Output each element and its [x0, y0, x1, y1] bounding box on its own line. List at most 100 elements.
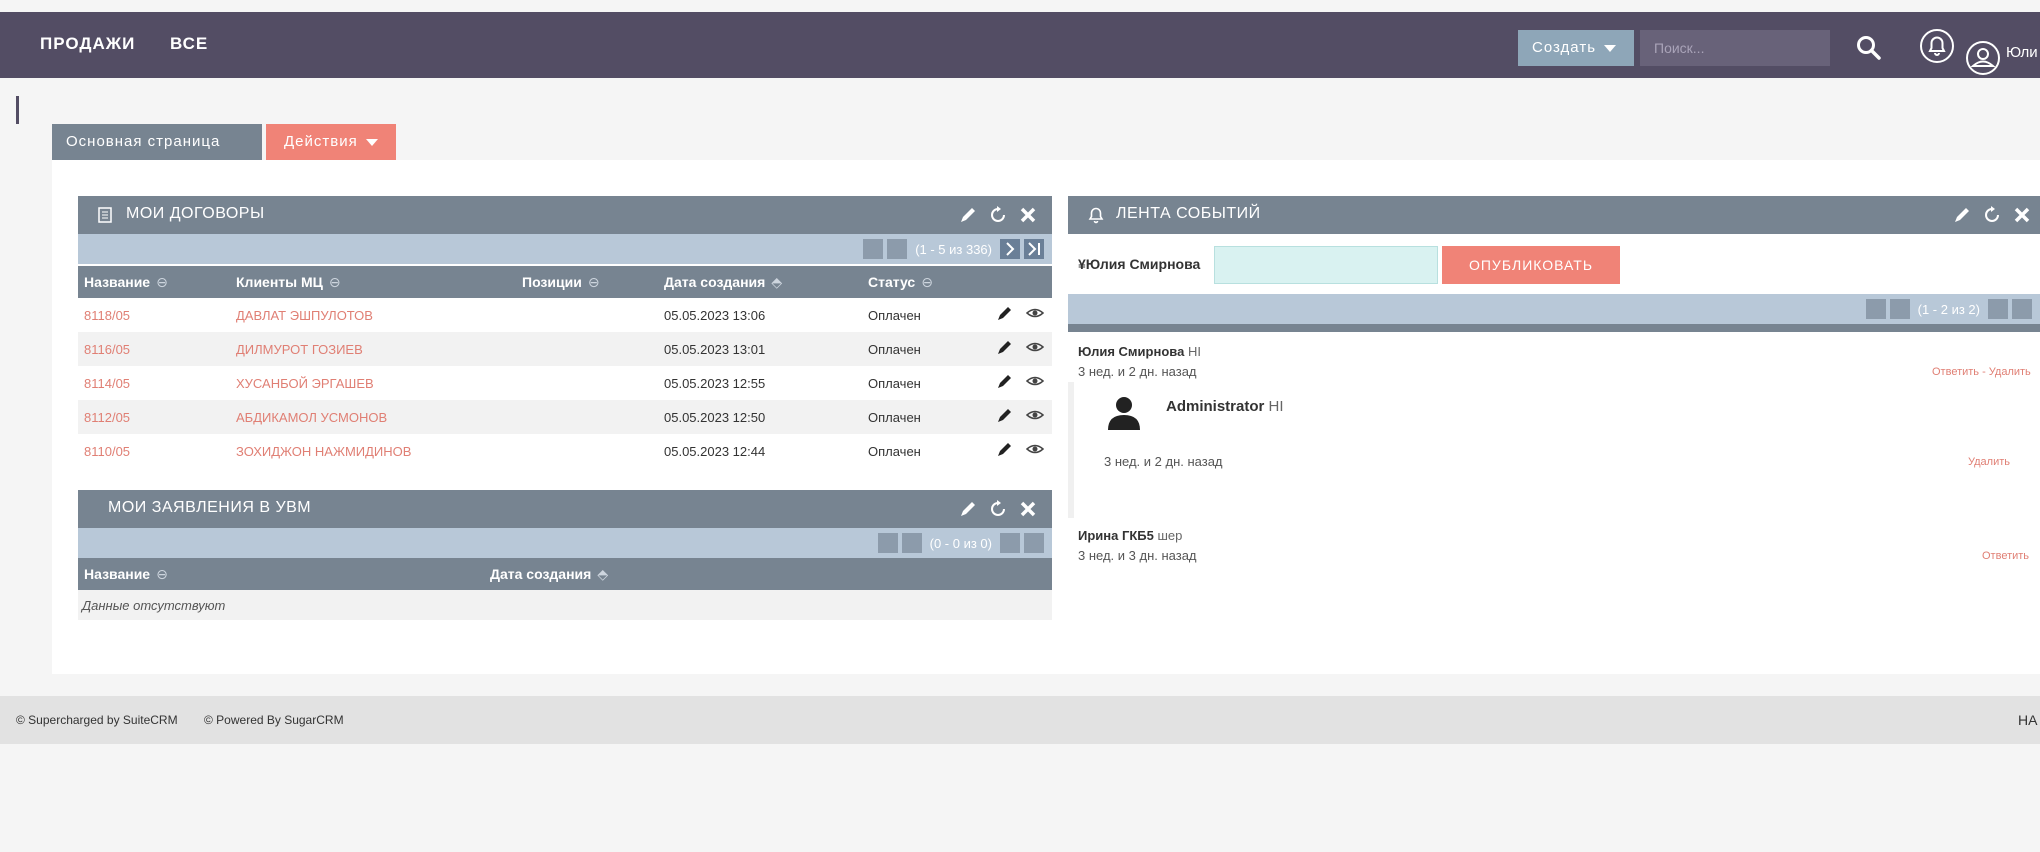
- prev-page-button[interactable]: [1889, 299, 1910, 319]
- caret-down-icon: [365, 138, 378, 146]
- reply-author[interactable]: Administrator: [1166, 398, 1264, 415]
- contracts-dashlet-header: МОИ ДОГОВОРЫ: [78, 196, 1052, 234]
- table-row: 8118/05 ДАВЛАТ ЭШПУЛОТОВ 05.05.2023 13:0…: [78, 298, 1052, 332]
- edit-icon[interactable]: [996, 440, 1014, 458]
- created-date: 05.05.2023 13:01: [664, 342, 766, 357]
- next-page-button[interactable]: [1000, 239, 1020, 259]
- close-icon[interactable]: [1018, 205, 1038, 225]
- contracts-dashlet-tools: [958, 205, 1038, 225]
- close-icon[interactable]: [2012, 205, 2032, 225]
- reply-link[interactable]: Ответить: [1982, 550, 2029, 562]
- tab-actions-label: Действия: [284, 133, 358, 150]
- prev-page-button[interactable]: [901, 533, 922, 553]
- view-icon[interactable]: [1026, 372, 1044, 390]
- row-actions: [996, 304, 1044, 322]
- left-marker: [16, 96, 19, 124]
- client-link[interactable]: ДИЛМУРОТ ГОЗИЕВ: [236, 342, 363, 357]
- feed-dashlet-header: ЛЕНТА СОБЫТИЙ: [1068, 196, 2040, 234]
- search-input[interactable]: [1640, 30, 1830, 66]
- nav-item-all[interactable]: ВСЕ: [170, 34, 208, 54]
- post-author[interactable]: Юлия Смирнова: [1078, 344, 1184, 359]
- col-name[interactable]: Название ⊖: [84, 566, 168, 583]
- contract-name-link[interactable]: 8110/05: [84, 444, 130, 459]
- last-page-button[interactable]: [1024, 533, 1044, 553]
- post-time: 3 нед. и 2 дн. назад: [1078, 364, 1197, 379]
- last-page-button[interactable]: [2012, 299, 2032, 319]
- created-date: 05.05.2023 12:44: [664, 444, 766, 459]
- view-icon[interactable]: [1026, 406, 1044, 424]
- first-page-button[interactable]: [877, 533, 898, 553]
- suitecrm-credit[interactable]: © Supercharged by SuiteCRM: [16, 713, 178, 727]
- first-page-button[interactable]: [1865, 299, 1886, 319]
- view-icon[interactable]: [1026, 338, 1044, 356]
- edit-icon[interactable]: [1952, 205, 1972, 225]
- publish-button[interactable]: ОПУБЛИКОВАТЬ: [1442, 246, 1620, 284]
- status: Оплачен: [868, 308, 921, 323]
- feed-pager-text: (1 - 2 из 2): [1917, 301, 1980, 317]
- edit-icon[interactable]: [958, 499, 978, 519]
- client-link[interactable]: АБДИКАМОЛ УСМОНОВ: [236, 410, 387, 425]
- user-name[interactable]: Юли: [2006, 44, 2038, 61]
- refresh-icon[interactable]: [988, 205, 1008, 225]
- feed-post-input[interactable]: [1214, 246, 1438, 284]
- footer-right-link[interactable]: НА: [2018, 712, 2037, 728]
- view-icon[interactable]: [1026, 440, 1044, 458]
- search-icon[interactable]: [1855, 34, 1883, 62]
- close-icon[interactable]: [1018, 499, 1038, 519]
- edit-icon[interactable]: [958, 205, 978, 225]
- feed-user-name: Юлия Смирнова: [1085, 256, 1201, 272]
- sort-icon: ⊖: [328, 274, 341, 290]
- edit-icon[interactable]: [996, 406, 1014, 424]
- tab-actions[interactable]: Действия: [266, 124, 396, 160]
- contract-name-link[interactable]: 8118/05: [84, 308, 130, 323]
- sort-icon: ⬘: [597, 566, 609, 582]
- edit-icon[interactable]: [996, 372, 1014, 390]
- post-author[interactable]: Ирина ГКБ5: [1078, 528, 1154, 543]
- applications-pager: (0 - 0 из 0): [877, 533, 1044, 553]
- user-icon[interactable]: [1963, 38, 2003, 78]
- edit-icon[interactable]: [996, 304, 1014, 322]
- prev-page-button[interactable]: [887, 239, 908, 259]
- col-created-date[interactable]: Дата создания ⬘: [664, 274, 782, 291]
- client-link[interactable]: ХУСАНБОЙ ЭРГАШЕВ: [236, 376, 374, 391]
- reply-delete-links[interactable]: Ответить - Удалить: [1932, 366, 2031, 378]
- client-link[interactable]: ДАВЛАТ ЭШПУЛОТОВ: [236, 308, 373, 323]
- col-positions[interactable]: Позиции ⊖: [522, 274, 600, 291]
- delete-link[interactable]: Удалить: [1968, 456, 2010, 468]
- refresh-icon[interactable]: [1982, 205, 2002, 225]
- applications-pager-text: (0 - 0 из 0): [929, 535, 992, 551]
- col-status[interactable]: Статус ⊖: [868, 274, 933, 291]
- sort-icon: ⊖: [156, 566, 168, 582]
- created-date: 05.05.2023 12:50: [664, 410, 766, 425]
- table-row: 8116/05 ДИЛМУРОТ ГОЗИЕВ 05.05.2023 13:01…: [78, 332, 1052, 366]
- contract-name-link[interactable]: 8114/05: [84, 376, 130, 391]
- next-page-button[interactable]: [1000, 533, 1020, 553]
- refresh-icon[interactable]: [988, 499, 1008, 519]
- sugarcrm-credit[interactable]: © Powered By SugarCRM: [204, 713, 344, 727]
- footer: © Supercharged by SuiteCRM © Powered By …: [0, 696, 2040, 744]
- table-row: 8110/05 ЗОХИДЖОН НАЖМИДИНОВ 05.05.2023 1…: [78, 434, 1052, 468]
- no-data-text: Данные отсутствуют: [82, 598, 226, 613]
- edit-icon[interactable]: [996, 338, 1014, 356]
- col-name[interactable]: Название ⊖: [84, 274, 168, 291]
- last-page-button[interactable]: [1024, 239, 1044, 259]
- tab-main-page[interactable]: Основная страница: [52, 124, 262, 160]
- contract-name-link[interactable]: 8116/05: [84, 342, 130, 357]
- sort-icon: ⊖: [587, 274, 600, 290]
- client-link[interactable]: ЗОХИДЖОН НАЖМИДИНОВ: [236, 444, 411, 459]
- reply-text: HI: [1268, 398, 1284, 415]
- col-created-date[interactable]: Дата создания ⬘: [490, 566, 608, 583]
- contract-name-link[interactable]: 8112/05: [84, 410, 130, 425]
- status: Оплачен: [868, 444, 921, 459]
- col-clients[interactable]: Клиенты МЦ ⊖: [236, 274, 341, 291]
- nav-item-sales[interactable]: ПРОДАЖИ: [40, 34, 135, 54]
- applications-dashlet-header: МОИ ЗАЯВЛЕНИЯ В УВМ: [78, 490, 1052, 528]
- feed-post-author-line: Юлия Смирнова HI: [1078, 344, 1201, 359]
- create-button[interactable]: Создать: [1518, 30, 1634, 66]
- contracts-pager-bar: (1 - 5 из 336): [78, 234, 1052, 264]
- view-icon[interactable]: [1026, 304, 1044, 322]
- feed-user-selector[interactable]: ¥Юлия Смирнова: [1078, 256, 1200, 272]
- first-page-button[interactable]: [863, 239, 884, 259]
- next-page-button[interactable]: [1988, 299, 2008, 319]
- bell-icon[interactable]: [1917, 26, 1957, 66]
